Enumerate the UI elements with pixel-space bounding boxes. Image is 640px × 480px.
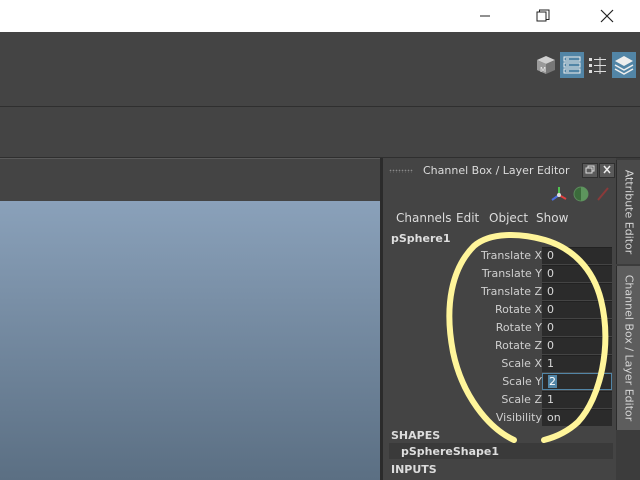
channel-label[interactable]: Scale X (501, 357, 542, 370)
viewport-panel-toolbar (0, 158, 380, 202)
channel-label[interactable]: Scale Z (501, 393, 542, 406)
channel-value-field-active[interactable]: 2 (542, 373, 612, 390)
channel-box-panel: Channel Box / Layer Editor Channels Edit… (383, 158, 616, 480)
tool-settings-icon (589, 57, 606, 74)
channel-label[interactable]: Rotate Y (496, 321, 542, 334)
channel-value-field[interactable]: 0 (542, 301, 612, 318)
shelf-area (0, 107, 640, 158)
modeling-toolkit-button[interactable]: M (534, 52, 558, 78)
channel-label[interactable]: Rotate Z (495, 339, 542, 352)
selected-value-text[interactable]: 2 (548, 375, 557, 388)
channel-value-field[interactable]: on (542, 409, 612, 426)
channel-value-field[interactable]: 1 (542, 391, 612, 408)
attribute-editor-toggle-button[interactable] (560, 52, 584, 78)
channel-value-field[interactable]: 0 (542, 319, 612, 336)
tab-channel-box-layer-editor[interactable]: Channel Box / Layer Editor (616, 266, 640, 430)
menu-channels[interactable]: Channels (396, 211, 452, 225)
3d-viewport[interactable] (0, 201, 380, 480)
shapes-section-header: SHAPES (391, 429, 441, 442)
slash-pen-icon (597, 187, 609, 201)
inputs-section-header: INPUTS (391, 463, 437, 476)
speed-toggle-button[interactable] (572, 185, 590, 203)
close-panel-icon (603, 165, 611, 174)
channel-box-layer-editor-icon (614, 56, 634, 75)
menu-show[interactable]: Show (536, 211, 568, 225)
attribute-editor-toggle-icon (563, 56, 581, 74)
modeling-toolkit-icon: M (537, 56, 555, 74)
shape-name[interactable]: pSphereShape1 (401, 445, 499, 458)
channel-value-field[interactable]: 0 (542, 247, 612, 264)
tab-attribute-editor[interactable]: Attribute Editor (616, 160, 640, 264)
tool-settings-button[interactable] (586, 52, 610, 78)
channel-value-field[interactable]: 0 (542, 337, 612, 354)
tab-label: Channel Box / Layer Editor (622, 274, 636, 422)
minimize-icon (480, 15, 490, 17)
close-icon (600, 9, 614, 23)
restore-button[interactable] (520, 0, 566, 32)
channel-value-field[interactable]: 1 (542, 355, 612, 372)
channel-label[interactable]: Translate Z (481, 285, 542, 298)
channel-label[interactable]: Visibility (496, 411, 542, 424)
channel-label[interactable]: Rotate X (495, 303, 542, 316)
hyperbolic-toggle-button[interactable] (594, 185, 612, 203)
restore-icon (536, 9, 550, 22)
window-title-bar (0, 0, 640, 32)
speed-dial-icon (573, 186, 589, 202)
minimize-button[interactable] (462, 0, 508, 32)
channel-value-field[interactable]: 0 (542, 265, 612, 282)
channel-label[interactable]: Translate Y (482, 267, 542, 280)
close-panel-button[interactable] (599, 163, 615, 178)
float-panel-icon (585, 165, 595, 174)
menu-edit[interactable]: Edit (456, 211, 479, 225)
channel-box-layer-editor-toggle-button[interactable] (612, 52, 636, 78)
tab-label: Attribute Editor (622, 169, 636, 255)
float-panel-button[interactable] (582, 163, 598, 178)
channel-value-field[interactable]: 0 (542, 283, 612, 300)
svg-text:M: M (540, 66, 546, 74)
panel-drag-grip[interactable] (389, 169, 413, 173)
close-button[interactable] (584, 0, 630, 32)
channel-label[interactable]: Translate X (481, 249, 542, 262)
manipulator-button[interactable] (550, 185, 568, 203)
selected-object-name[interactable]: pSphere1 (391, 232, 451, 245)
channel-label[interactable]: Scale Y (502, 375, 542, 388)
menu-object[interactable]: Object (489, 211, 528, 225)
panel-title: Channel Box / Layer Editor (423, 164, 570, 177)
axis-manipulator-icon (551, 187, 567, 201)
